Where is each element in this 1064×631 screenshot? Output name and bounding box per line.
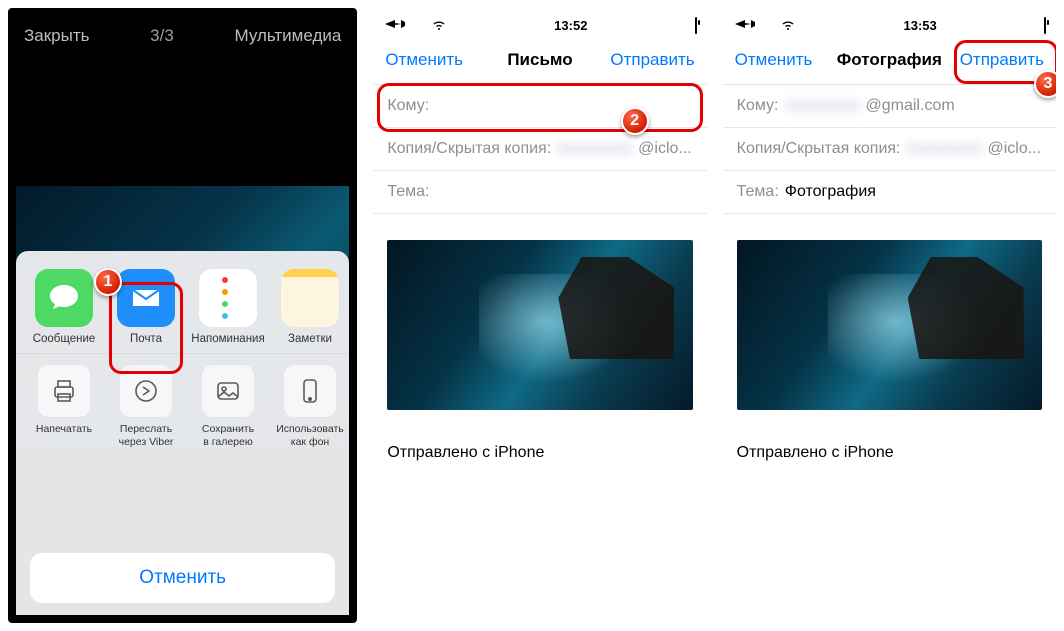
to-field[interactable]: Кому: xxxxxxxxxx @gmail.com <box>723 85 1056 128</box>
attachment-preview[interactable] <box>737 240 1042 410</box>
status-left <box>383 18 447 33</box>
cc-bcc-field[interactable]: Копия/Скрытая копия: xxxxxxxxxx @iclo... <box>723 128 1056 171</box>
attachment-preview[interactable] <box>387 240 692 410</box>
annotation-badge-2: 2 <box>621 107 649 135</box>
cc-blurred: xxxxxxxxxx <box>906 140 981 158</box>
screen-2-mail-compose: 13:52 Отменить Письмо Отправить Кому: 2 … <box>373 8 706 623</box>
share-action-row: Напечатать Переслать через Viber Сохрани… <box>16 353 349 458</box>
forward-icon <box>119 364 173 418</box>
action-label: Напечатать <box>24 423 104 436</box>
print-icon <box>37 364 91 418</box>
wifi-icon <box>780 18 796 30</box>
mail-send-button[interactable]: Отправить <box>960 50 1044 70</box>
subject-field[interactable]: Тема: <box>373 171 706 214</box>
action-print[interactable]: Напечатать <box>24 364 104 448</box>
wifi-icon <box>431 18 447 30</box>
app-label: Заметки <box>270 333 349 345</box>
screen-3-mail-compose-filled: 13:53 Отменить Фотография Отправить 3 Ко… <box>723 8 1056 623</box>
cc-blurred: xxxxxxxxxx <box>557 140 632 158</box>
screen-1-share-sheet: Закрыть 3/3 Мультимедиа Сообщение Почта <box>8 8 357 623</box>
status-time: 13:53 <box>904 18 937 33</box>
action-label: Переслать через Viber <box>106 423 186 448</box>
airplane-icon <box>383 18 423 30</box>
share-sheet: Сообщение Почта Напоминания Заметк <box>16 251 349 615</box>
mail-navbar: Отменить Письмо Отправить <box>373 36 706 85</box>
share-app-reminders[interactable]: Напоминания <box>188 269 268 345</box>
battery-icon <box>695 18 697 33</box>
mail-title: Фотография <box>837 50 942 70</box>
mail-cancel-button[interactable]: Отменить <box>735 50 813 70</box>
close-button[interactable]: Закрыть <box>24 26 89 46</box>
mail-navbar: Отменить Фотография Отправить 3 <box>723 36 1056 85</box>
phone-icon <box>283 364 337 418</box>
mail-signature[interactable]: Отправлено с iPhone <box>723 420 1056 486</box>
cc-suffix: @iclo... <box>638 140 692 158</box>
cc-label: Копия/Скрытая копия: <box>387 140 551 158</box>
to-blurred: xxxxxxxxxx <box>785 97 860 115</box>
action-forward-viber[interactable]: Переслать через Viber <box>106 364 186 448</box>
photo-counter: 3/3 <box>150 26 174 46</box>
app-label: Почта <box>106 333 186 345</box>
mail-signature[interactable]: Отправлено с iPhone <box>373 420 706 486</box>
subject-value: Фотография <box>785 183 876 201</box>
to-label: Кому: <box>737 97 779 115</box>
battery-icon <box>1044 18 1046 33</box>
gallery-icon <box>201 364 255 418</box>
status-bar: 13:53 <box>723 8 1056 36</box>
airplane-icon <box>733 18 773 30</box>
reminders-icon <box>199 269 257 327</box>
status-bar: 13:52 <box>373 8 706 36</box>
subject-field[interactable]: Тема: Фотография <box>723 171 1056 214</box>
action-use-wallpaper[interactable]: Использовать как фон <box>270 364 349 448</box>
share-app-row: Сообщение Почта Напоминания Заметк <box>16 251 349 353</box>
app-label: Напоминания <box>188 333 268 345</box>
cc-bcc-field[interactable]: Копия/Скрытая копия: xxxxxxxxxx @iclo... <box>373 128 706 171</box>
share-app-notes[interactable]: Заметки <box>270 269 349 345</box>
status-time: 13:52 <box>554 18 587 33</box>
mail-icon <box>117 269 175 327</box>
to-suffix: @gmail.com <box>866 97 955 115</box>
cc-label: Копия/Скрытая копия: <box>737 140 901 158</box>
share-app-messages[interactable]: Сообщение <box>24 269 104 345</box>
cancel-button[interactable]: Отменить <box>30 553 335 603</box>
app-label: Сообщение <box>24 333 104 345</box>
viewer-topbar: Закрыть 3/3 Мультимедиа <box>16 16 349 50</box>
mail-cancel-button[interactable]: Отменить <box>385 50 463 70</box>
annotation-badge-1: 1 <box>94 268 122 296</box>
subject-label: Тема: <box>737 183 779 201</box>
multimedia-button[interactable]: Мультимедиа <box>234 26 341 46</box>
action-label: Сохранить в галерею <box>188 423 268 448</box>
mail-send-button[interactable]: Отправить <box>610 50 694 70</box>
subject-label: Тема: <box>387 183 429 201</box>
action-label: Использовать как фон <box>270 423 349 448</box>
action-save-gallery[interactable]: Сохранить в галерею <box>188 364 268 448</box>
status-left <box>733 18 797 33</box>
to-field[interactable]: Кому: <box>373 85 706 128</box>
notes-icon <box>281 269 339 327</box>
mail-title: Письмо <box>507 50 572 70</box>
annotation-badge-3: 3 <box>1034 70 1056 98</box>
messages-icon <box>35 269 93 327</box>
to-label: Кому: <box>387 97 429 115</box>
cc-suffix: @iclo... <box>987 140 1041 158</box>
